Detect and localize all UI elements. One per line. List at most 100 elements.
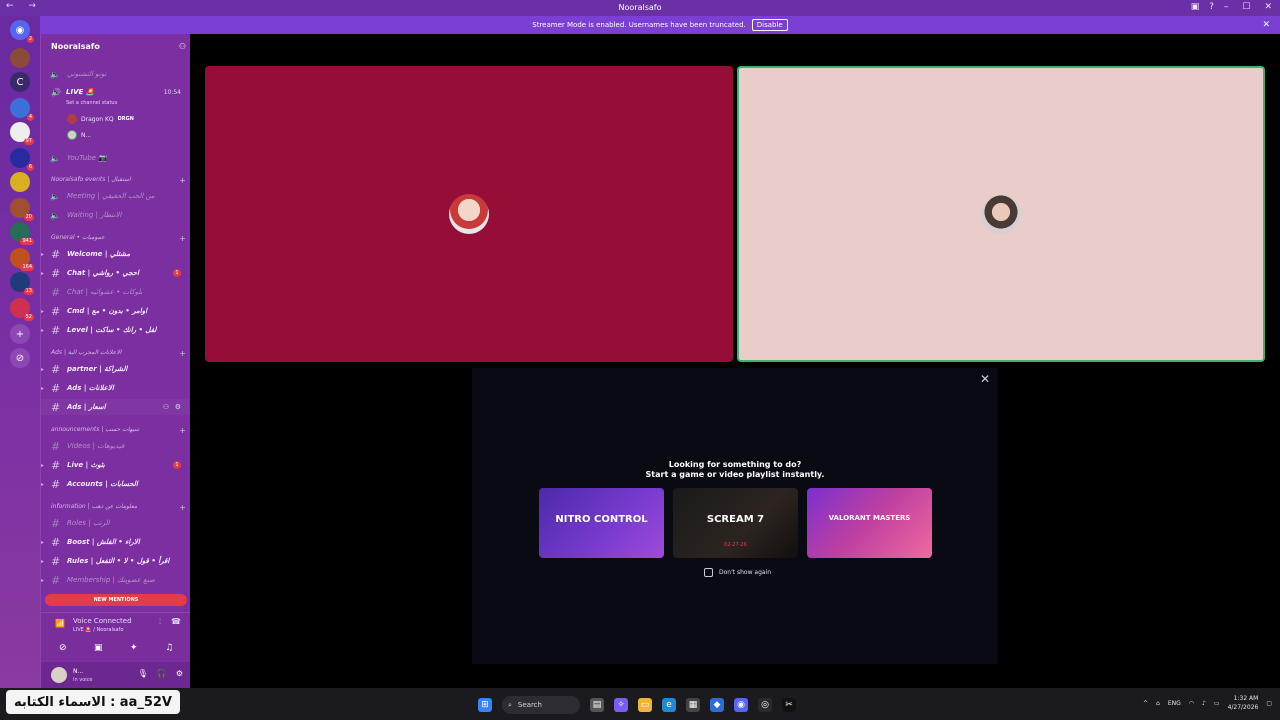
discord-home-icon[interactable]: ◉ 2 xyxy=(10,20,34,43)
server-icon[interactable]: 4 xyxy=(10,98,34,121)
participant-tile[interactable] xyxy=(205,66,733,362)
server-icon[interactable] xyxy=(10,48,30,68)
notifications-icon[interactable]: ▢ xyxy=(1266,700,1272,707)
category-header[interactable]: information | معلومات عن ذهب + xyxy=(51,503,186,515)
channel-item[interactable]: # Roles | الرتب xyxy=(41,515,189,531)
category-header[interactable]: Nooralsafo events | استقبال + xyxy=(51,176,186,188)
activities-icon[interactable]: ✦ xyxy=(119,641,149,655)
channel-item[interactable]: # Chat | بلوكات • عشوائيه xyxy=(41,284,189,300)
maximize-icon[interactable]: ☐ xyxy=(1242,2,1250,12)
channel-item[interactable]: ▸ # Ads | الاعلانات xyxy=(41,380,189,396)
dont-show-checkbox[interactable] xyxy=(704,568,713,577)
voice-user[interactable]: Dragon KQ DRGN xyxy=(67,112,134,126)
activity-card-nitro-control[interactable]: NITRO CONTROL xyxy=(539,488,664,558)
volume-icon[interactable]: ♪ xyxy=(1202,700,1206,707)
chrome-icon[interactable]: ◎ xyxy=(758,698,772,712)
server-icon[interactable]: 20 xyxy=(10,198,34,221)
add-server-icon[interactable]: + xyxy=(10,324,30,344)
channel-item[interactable]: # Videos | فيديوهات xyxy=(41,438,189,454)
close-window-icon[interactable]: ✕ xyxy=(1264,2,1272,12)
plus-icon[interactable]: + xyxy=(179,176,186,188)
invite-icon[interactable]: ⚇ xyxy=(163,403,169,411)
channel-item[interactable]: ▸ # Level | لفل • رانك • ساكت xyxy=(41,322,189,338)
dont-show-again[interactable]: Don't show again xyxy=(704,568,771,577)
wifi-icon[interactable]: ◠ xyxy=(1189,700,1194,707)
server-icon[interactable]: 13 xyxy=(10,272,34,295)
rail-badge: 13 xyxy=(23,288,34,295)
channel-item[interactable]: ▸ # Cmd | اوامر • بدون • مع xyxy=(41,303,189,319)
category-header[interactable]: Ads | الاعلانات المجرب الية + xyxy=(51,349,186,361)
gear-icon[interactable]: ⚙ xyxy=(175,403,181,411)
category-header[interactable]: announcements | تنبيهات حسب + xyxy=(51,426,186,438)
hash-icon: # xyxy=(51,458,61,472)
avatar[interactable] xyxy=(51,667,67,683)
channel-item[interactable]: ▸ # Rules | اقرأ • قول • لا • التفعل xyxy=(41,553,189,569)
channel-item[interactable]: 🔈 Meeting | من الحب الحقيقي xyxy=(41,188,189,204)
capcut-icon[interactable]: ✂ xyxy=(782,698,796,712)
plus-icon[interactable]: + xyxy=(179,349,186,361)
channel-item-hovered[interactable]: # Ads | اسعار ⚇ ⚙ xyxy=(41,399,189,415)
channel-item[interactable]: 🔈 Waiting | الانتظار xyxy=(41,207,189,223)
server-icon[interactable]: 97 xyxy=(10,122,34,145)
participant-tile-speaking[interactable] xyxy=(737,66,1265,362)
minimize-icon[interactable]: – xyxy=(1224,2,1229,12)
channel-item[interactable]: ▸ # Welcome | مشتلي xyxy=(41,246,189,262)
disable-streamer-mode-button[interactable]: Disable xyxy=(751,19,788,31)
channel-item[interactable]: 🔈 YouTube 📷 xyxy=(41,150,189,166)
server-header[interactable]: Nooralsafo ⚇ xyxy=(51,42,186,56)
battery-icon[interactable]: ▭ xyxy=(1214,700,1220,707)
channel-item[interactable]: ▸ # Boost | الاراء • الفلش xyxy=(41,534,189,550)
server-icon[interactable]: 164 xyxy=(10,248,34,271)
app-icon[interactable]: ◆ xyxy=(710,698,724,712)
activity-card-scream[interactable]: SCREAM 7 02-27-26 xyxy=(673,488,798,558)
server-icon[interactable]: C xyxy=(10,72,30,92)
discord-taskbar-icon[interactable]: ◉ xyxy=(734,698,748,712)
headphones-icon[interactable]: 🎧 xyxy=(157,669,167,678)
screen-share-icon[interactable]: ▣ xyxy=(83,641,113,655)
server-icon[interactable] xyxy=(10,172,30,192)
server-icon[interactable]: 941 xyxy=(10,222,34,245)
help-icon[interactable]: ? xyxy=(1209,2,1214,12)
copilot-icon[interactable]: ✧ xyxy=(614,698,628,712)
inbox-icon[interactable]: ▣ xyxy=(1191,2,1200,12)
voice-channel-link[interactable]: LIVE 🚨 / Nooralsafo xyxy=(73,627,123,633)
new-mentions-button[interactable]: NEW MENTIONS xyxy=(45,594,187,606)
channel-item[interactable]: ▸ # Live | بثوث 1 xyxy=(41,457,189,473)
lang-indicator[interactable]: ENG xyxy=(1168,700,1181,707)
signal-icon[interactable]: 📶 xyxy=(55,619,65,628)
taskbar-search[interactable]: ⌕ Search xyxy=(502,696,580,714)
activity-card-valorant[interactable]: VALORANT MASTERS xyxy=(807,488,932,558)
store-icon[interactable]: ▦ xyxy=(686,698,700,712)
disconnect-icon[interactable]: ☎ xyxy=(171,617,181,627)
task-view-icon[interactable]: ▤ xyxy=(590,698,604,712)
channel-item[interactable]: 🔈 توتو التشنوتي xyxy=(41,66,189,82)
close-icon[interactable]: ✕ xyxy=(980,372,990,386)
category-header[interactable]: General • عمومیات + xyxy=(51,234,186,246)
banner-close-icon[interactable]: ✕ xyxy=(1262,20,1270,30)
explore-icon[interactable]: ⊘ xyxy=(10,348,30,368)
channel-item[interactable]: ▸ # partner | الشراكة xyxy=(41,361,189,377)
voice-user[interactable]: N... xyxy=(67,128,91,142)
edge-icon[interactable]: e xyxy=(662,698,676,712)
windows-start-icon[interactable]: ⊞ xyxy=(478,698,492,712)
noise-suppression-icon[interactable]: ⫶ xyxy=(159,617,161,627)
add-member-icon[interactable]: ⚇ xyxy=(179,42,186,56)
plus-icon[interactable]: + xyxy=(179,503,186,515)
clock[interactable]: 1:32 AM 4/27/2026 xyxy=(1228,694,1259,712)
server-icon[interactable]: 52 xyxy=(10,298,34,321)
os-taskbar: ⊞ ⌕ Search ▤ ✧ ▭ e ▦ ◆ ◉ ◎ ✂ ^ ⌂ ENG ◠ ♪… xyxy=(0,688,1280,720)
server-icon[interactable]: 6 xyxy=(10,148,34,171)
microphone-icon[interactable]: 🎙 xyxy=(138,669,148,678)
soundboard-icon[interactable]: ♫ xyxy=(154,641,184,655)
camera-off-icon[interactable]: ⊘ xyxy=(48,641,78,655)
channel-item[interactable]: ▸ # Chat | احجي • رواشي 1 xyxy=(41,265,189,281)
channel-status[interactable]: Set a channel status xyxy=(66,100,117,106)
plus-icon[interactable]: + xyxy=(179,426,186,438)
plus-icon[interactable]: + xyxy=(179,234,186,246)
file-explorer-icon[interactable]: ▭ xyxy=(638,698,652,712)
gear-icon[interactable]: ⚙ xyxy=(176,669,183,678)
channel-item[interactable]: ▸ # Membership | صنع عضويتك xyxy=(41,572,189,588)
channel-item[interactable]: ▸ # Accounts | الحسابات xyxy=(41,476,189,492)
chevron-up-icon[interactable]: ^ xyxy=(1143,700,1148,707)
network-tray-icon[interactable]: ⌂ xyxy=(1156,700,1160,707)
